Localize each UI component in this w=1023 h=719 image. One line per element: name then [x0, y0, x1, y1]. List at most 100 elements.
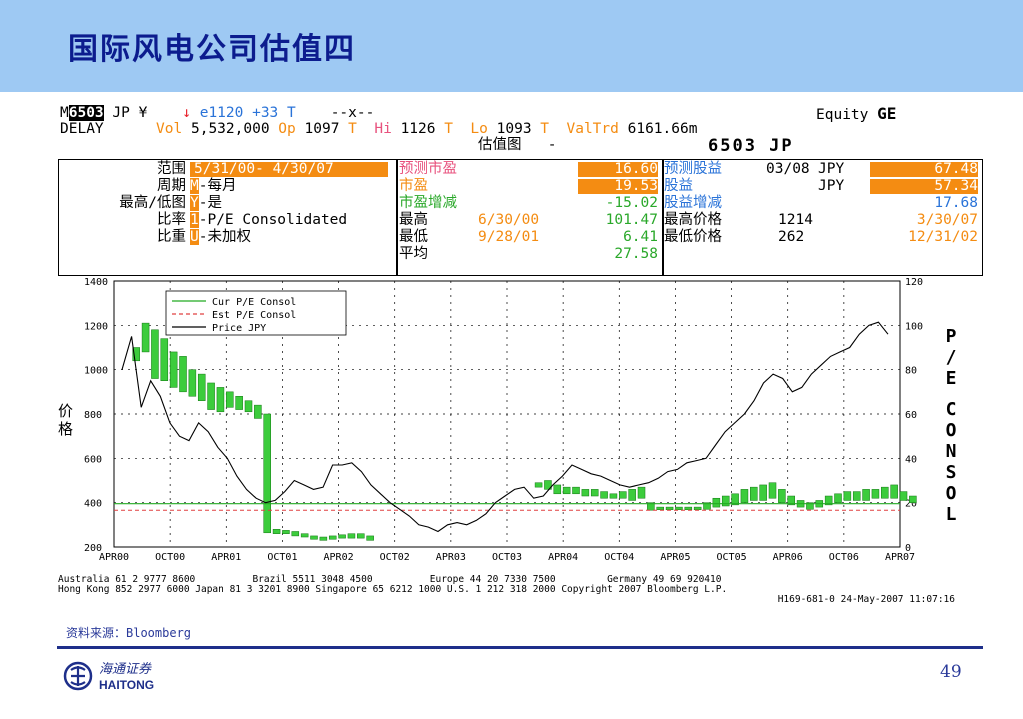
- eps-chg-value: 17.68: [934, 195, 978, 211]
- pe-hilo-bar: [553, 484, 562, 495]
- x-tick-label: APR04: [548, 552, 578, 563]
- pe-hilo-bar: [609, 493, 618, 499]
- left-axis-label-bottom: 格: [58, 420, 73, 438]
- pe-hilo-bar: [197, 373, 206, 401]
- pe-hilo-bar: [216, 387, 225, 413]
- pe-hilo-bar: [141, 322, 150, 353]
- lo-label: Lo: [470, 121, 488, 137]
- range-field[interactable]: 5/31/00- 4/30/07: [190, 162, 388, 177]
- x-tick-label: APR02: [324, 552, 354, 563]
- footer-divider: [57, 646, 983, 649]
- pe-hilo-bar: [619, 491, 627, 499]
- left-tick-label: 1200: [84, 321, 108, 332]
- hilo-label: 最高/低图: [119, 195, 186, 211]
- ratio-field[interactable]: 1-P/E Consolidated: [190, 212, 347, 228]
- pe-hilo-bar: [366, 535, 374, 541]
- pe-hilo-bar: [328, 535, 337, 540]
- ticker-field[interactable]: 6503: [68, 105, 104, 121]
- period-field[interactable]: M-每月: [190, 178, 236, 194]
- t-flag-3: T: [540, 121, 550, 137]
- vol-label: Vol: [156, 121, 183, 137]
- bloomberg-terminal: M6503 JP ¥ ↓ e1120 +33 T --x-- Equity GE…: [58, 104, 983, 276]
- pe-hilo-bar: [160, 338, 169, 381]
- pe-hilo-bar: [338, 534, 346, 539]
- pe-hilo-bar: [909, 495, 917, 503]
- legend-label: Cur P/E Consol: [212, 297, 296, 308]
- left-tick-label: 1400: [84, 277, 108, 288]
- hilo-key: Y: [190, 195, 199, 211]
- pe-hilo-bar: [637, 486, 646, 499]
- pe-hilo-bar: [207, 382, 215, 410]
- pe-hilo-bar: [244, 400, 253, 413]
- right-axis-label-char: O: [946, 483, 957, 504]
- x-tick-label: OCT02: [380, 552, 410, 563]
- min-price-value: 262: [778, 229, 805, 245]
- weight-value: -未加权: [198, 229, 251, 245]
- pe-hilo-bar: [712, 497, 721, 508]
- x-tick-label: OCT06: [829, 552, 859, 563]
- x-tick-label: APR05: [660, 552, 690, 563]
- est-eps-label: 预测股益: [664, 161, 722, 177]
- pe-hilo-bar: [778, 489, 786, 503]
- x-tick-label: APR03: [436, 552, 466, 563]
- down-arrow-icon: ↓: [182, 105, 191, 121]
- pe-hilo-bar: [834, 493, 842, 503]
- pe-hilo-bar: [581, 489, 590, 497]
- pe-hilo-bar: [590, 489, 599, 497]
- quote-line-2: DELAY Vol 5,532,000 Op 1097 T Hi 1126 T …: [60, 122, 697, 137]
- pe-hilo-bar: [852, 491, 861, 501]
- pe-hilo-bar: [572, 486, 580, 495]
- t-flag: T: [287, 105, 296, 121]
- hilo-field[interactable]: Y-是: [190, 195, 222, 211]
- pe-hilo-bar: [357, 533, 365, 539]
- pe-value: 19.53: [578, 179, 658, 194]
- delay-label: DELAY: [60, 121, 104, 137]
- pe-hilo-bar: [179, 356, 187, 393]
- left-axis-label-top: 价: [58, 402, 73, 420]
- haitong-logo: 海通证券 HAITONG: [62, 657, 182, 693]
- pe-hilo-bar: [291, 531, 300, 537]
- pe-hilo-bar: [665, 506, 674, 511]
- min-price-date: 12/31/02: [908, 229, 978, 245]
- vol-value: 5,532,000: [190, 121, 270, 137]
- pe-label: 市盈: [399, 178, 428, 194]
- last-price: 1120: [208, 105, 244, 121]
- pe-hilo-bar: [862, 489, 870, 501]
- pe-hilo-bar: [759, 484, 767, 501]
- pe-hilo-bar: [843, 491, 852, 501]
- timestamp-line: H169-681-0 24-May-2007 11:07:16: [778, 594, 956, 605]
- right-tick-label: 40: [905, 454, 917, 465]
- est-eps-value: 67.48: [870, 162, 978, 177]
- pe-hilo-bar: [254, 404, 262, 419]
- source-note: 资料来源：Bloomberg: [66, 626, 192, 640]
- logo-latin: HAITONG: [99, 678, 154, 692]
- eps-chg-label: 股益增减: [664, 195, 722, 211]
- hi-label: Hi: [374, 121, 392, 137]
- right-tick-label: 120: [905, 277, 923, 288]
- function-code: GE: [877, 104, 897, 123]
- pe-hilo-bar: [768, 482, 777, 499]
- haitong-logo-icon: 海通证券 HAITONG: [63, 661, 154, 692]
- low-label: 最低: [399, 229, 428, 245]
- valtrd-label: ValTrd: [566, 121, 619, 137]
- eps-label: 股益: [664, 178, 693, 194]
- t-flag-2: T: [444, 121, 453, 137]
- valuation-chart: 140012001000800600400200120100806040200A…: [58, 277, 957, 605]
- est-eps-currency: JPY: [818, 161, 845, 177]
- x-tick-label: OCT03: [492, 552, 522, 563]
- hi-value: 1126: [400, 121, 436, 137]
- t-flag-1: T: [348, 121, 357, 137]
- weight-field[interactable]: U-未加权: [190, 229, 251, 245]
- min-price-label: 最低价格: [664, 229, 722, 245]
- avg-value: 27.58: [614, 246, 658, 262]
- right-axis-label-char: P: [946, 326, 957, 347]
- left-tick-label: 1000: [84, 366, 108, 377]
- page-number: 49: [940, 662, 962, 682]
- contact-line-2: Hong Kong 852 2977 6000 Japan 81 3 3201 …: [58, 584, 727, 595]
- chart-dash: -: [547, 137, 557, 153]
- pe-hilo-bar: [675, 506, 683, 511]
- logo-name: 海通证券: [99, 662, 152, 677]
- right-axis-label-char: E: [946, 368, 957, 389]
- eps-value: 57.34: [870, 179, 978, 194]
- chart-name: 估值图: [478, 137, 522, 153]
